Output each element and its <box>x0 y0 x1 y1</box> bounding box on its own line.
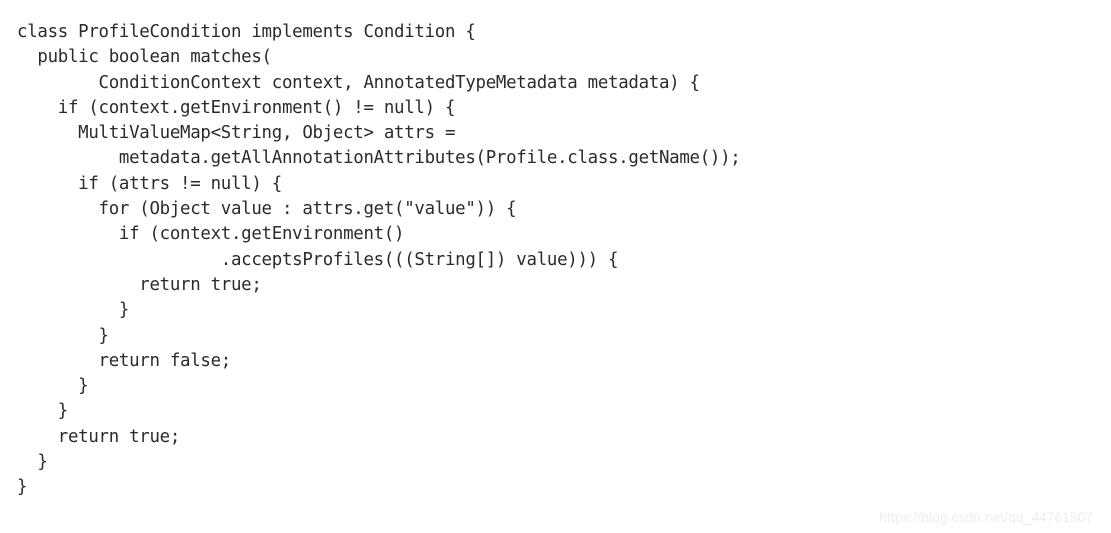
code-block: class ProfileCondition implements Condit… <box>17 20 1097 501</box>
code-line: } <box>17 376 89 397</box>
code-line: .acceptsProfiles(((String[]) value))) { <box>17 249 619 270</box>
code-line: public boolean matches( <box>17 47 272 68</box>
code-line: } <box>17 300 130 321</box>
code-line: ConditionContext context, AnnotatedTypeM… <box>17 72 700 93</box>
code-line: } <box>17 477 28 498</box>
code-line: class ProfileCondition implements Condit… <box>17 22 476 42</box>
code-line: } <box>17 401 68 422</box>
code-line: MultiValueMap<String, Object> attrs = <box>17 123 456 144</box>
code-line: return true; <box>17 274 262 295</box>
code-line: return true; <box>17 426 181 447</box>
code-line: for (Object value : attrs.get("value")) … <box>17 199 517 220</box>
code-line: return false; <box>17 350 232 371</box>
code-line: metadata.getAllAnnotationAttributes(Prof… <box>17 148 741 169</box>
code-line: } <box>17 325 109 346</box>
code-line: } <box>17 452 48 473</box>
code-screenshot-page: class ProfileCondition implements Condit… <box>0 0 1111 533</box>
code-line: if (attrs != null) { <box>17 173 282 194</box>
code-line: if (context.getEnvironment() != null) { <box>17 97 456 118</box>
code-line: if (context.getEnvironment() <box>17 224 405 245</box>
watermark-text: https://blog.csdn.net/qq_44761507 <box>879 510 1093 525</box>
